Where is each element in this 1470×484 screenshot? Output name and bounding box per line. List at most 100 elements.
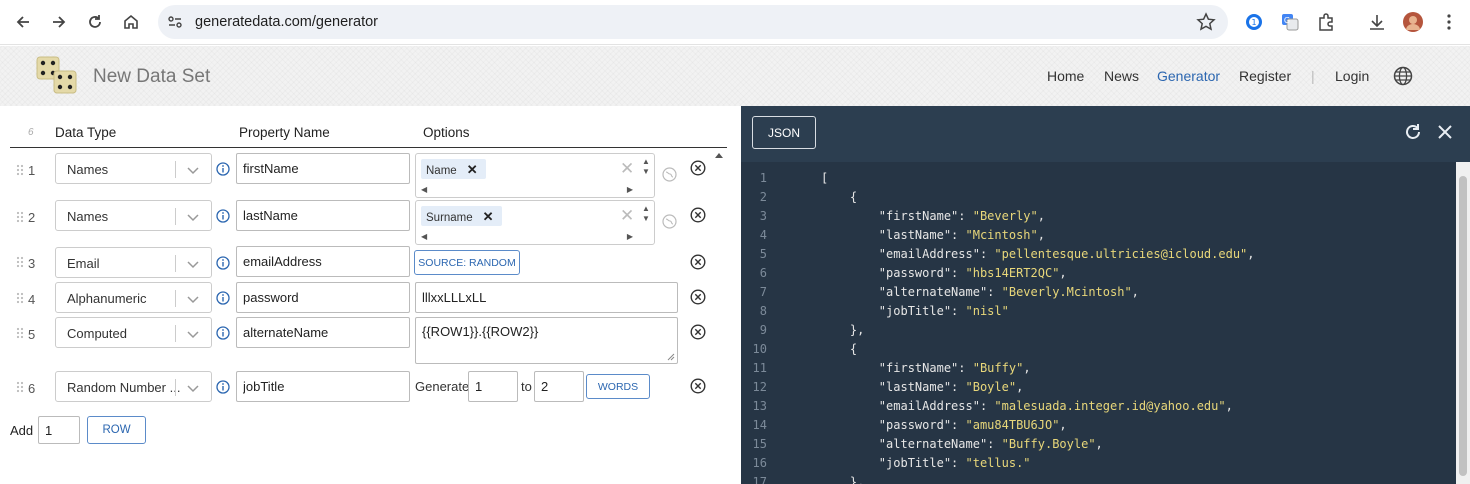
- delete-icon[interactable]: [690, 378, 706, 394]
- forward-icon[interactable]: [47, 10, 71, 34]
- home-icon[interactable]: [119, 10, 143, 34]
- nav-news[interactable]: News: [1104, 68, 1139, 84]
- chevron-down-icon[interactable]: [186, 292, 200, 306]
- vertical-scrollbar[interactable]: [1456, 162, 1470, 484]
- chevron-down-icon[interactable]: [186, 381, 200, 395]
- options-multiselect[interactable]: Surname ✕ ✕ ▲ ▼ ◀ ▶: [415, 200, 655, 245]
- data-type-select[interactable]: Computed: [55, 317, 212, 348]
- line-number: 8: [759, 304, 767, 318]
- info-icon[interactable]: [216, 256, 230, 270]
- format-input[interactable]: [415, 282, 678, 313]
- data-type-select[interactable]: Random Number ...: [55, 371, 212, 402]
- options-multiselect[interactable]: Name ✕ ✕ ▲ ▼ ◀ ▶: [415, 153, 655, 198]
- info-icon[interactable]: [216, 380, 230, 394]
- stepper-icon[interactable]: ▲ ▼: [642, 157, 650, 177]
- line-number: 2: [759, 190, 767, 204]
- delete-icon[interactable]: [690, 254, 706, 270]
- json-punctuation: ,: [1059, 418, 1067, 432]
- chevron-down-icon[interactable]: [186, 163, 200, 177]
- clear-icon[interactable]: ✕: [620, 159, 634, 179]
- json-value: "Buffy.Boyle": [1001, 437, 1096, 451]
- json-punctuation: ,: [1037, 228, 1045, 242]
- stepper-icon[interactable]: ▲ ▼: [642, 204, 650, 224]
- info-icon[interactable]: [216, 326, 230, 340]
- word-count-from-input[interactable]: [468, 371, 518, 402]
- nav-login[interactable]: Login: [1335, 68, 1369, 84]
- site-settings-icon[interactable]: [166, 13, 184, 31]
- property-name-input[interactable]: [236, 200, 410, 231]
- scrollbar-thumb[interactable]: [1459, 176, 1467, 476]
- json-value: "Mcintosh": [965, 228, 1038, 242]
- info-icon[interactable]: [216, 291, 230, 305]
- star-icon[interactable]: [1196, 12, 1216, 32]
- grid-header: 6 Data Type Property Name Options: [10, 124, 727, 148]
- refresh-icon[interactable]: [1403, 122, 1423, 142]
- globe-icon[interactable]: [662, 214, 677, 229]
- translate-icon[interactable]: G: [1279, 11, 1301, 33]
- add-row-button[interactable]: ROW: [87, 416, 146, 444]
- puzzle-icon[interactable]: [1315, 11, 1337, 33]
- clear-icon[interactable]: ✕: [620, 206, 634, 226]
- expression-textarea[interactable]: {{ROW1}}.{{ROW2}}: [415, 317, 678, 364]
- chevron-down-icon[interactable]: [186, 327, 200, 341]
- add-count-input[interactable]: [38, 416, 80, 444]
- drag-handle-icon[interactable]: [16, 327, 24, 339]
- site-header: New Data Set Home News Generator Registe…: [0, 46, 1470, 106]
- reload-icon[interactable]: [83, 10, 107, 34]
- property-name-input[interactable]: [236, 371, 410, 402]
- download-icon[interactable]: [1366, 11, 1388, 33]
- profile-avatar[interactable]: [1402, 11, 1424, 33]
- chip-remove-icon[interactable]: ✕: [483, 209, 494, 224]
- export-format-button[interactable]: JSON: [752, 116, 816, 149]
- resize-handle-icon[interactable]: [667, 353, 675, 361]
- line-number: 6: [759, 266, 767, 280]
- nav-home[interactable]: Home: [1047, 68, 1084, 84]
- back-icon[interactable]: [11, 10, 35, 34]
- chip-remove-icon[interactable]: ✕: [467, 162, 478, 177]
- address-bar[interactable]: generatedata.com/generator: [158, 5, 1228, 39]
- extension-icon[interactable]: 1: [1243, 11, 1265, 33]
- drag-handle-icon[interactable]: [16, 381, 24, 393]
- code-line: "firstName": "Buffy",: [821, 361, 1031, 375]
- header-property-name: Property Name: [239, 125, 330, 140]
- drag-handle-icon[interactable]: [16, 292, 24, 304]
- info-icon[interactable]: [216, 209, 230, 223]
- menu-icon[interactable]: [1438, 11, 1460, 33]
- info-icon[interactable]: [216, 162, 230, 176]
- dice-logo[interactable]: [36, 55, 78, 97]
- nav-register[interactable]: Register: [1239, 68, 1291, 84]
- globe-icon[interactable]: [662, 167, 677, 182]
- delete-icon[interactable]: [690, 207, 706, 223]
- chevron-down-icon[interactable]: [186, 210, 200, 224]
- close-icon[interactable]: [1435, 122, 1455, 142]
- json-key: "alternateName": [878, 285, 988, 299]
- horizontal-scrollbar[interactable]: ◀ ▶: [421, 232, 633, 242]
- property-name-input[interactable]: [236, 153, 410, 184]
- delete-icon[interactable]: [690, 289, 706, 305]
- row-number: 1: [28, 163, 36, 178]
- nav-generator[interactable]: Generator: [1157, 68, 1220, 84]
- drag-handle-icon[interactable]: [16, 211, 24, 223]
- line-number: 10: [752, 342, 767, 356]
- delete-icon[interactable]: [690, 324, 706, 340]
- data-type-select[interactable]: Names: [55, 153, 212, 184]
- globe-icon[interactable]: [1393, 66, 1413, 86]
- property-name-input[interactable]: [236, 282, 410, 313]
- property-name-input[interactable]: [236, 246, 410, 277]
- word-count-to-input[interactable]: [534, 371, 584, 402]
- words-button[interactable]: WORDS: [586, 374, 650, 399]
- code-line: "alternateName": "Buffy.Boyle",: [821, 437, 1103, 451]
- chevron-down-icon[interactable]: [186, 257, 200, 271]
- delete-icon[interactable]: [690, 160, 706, 176]
- data-type-select[interactable]: Email: [55, 247, 212, 278]
- horizontal-scrollbar[interactable]: ◀ ▶: [421, 185, 633, 195]
- data-type-select[interactable]: Names: [55, 200, 212, 231]
- data-type-select[interactable]: Alphanumeric: [55, 282, 212, 313]
- drag-handle-icon[interactable]: [16, 164, 24, 176]
- property-name-input[interactable]: [236, 317, 410, 348]
- source-random-button[interactable]: SOURCE: RANDOM: [414, 250, 520, 275]
- data-type-value: Names: [67, 162, 109, 177]
- drag-handle-icon[interactable]: [16, 256, 24, 268]
- vertical-scrollbar[interactable]: [713, 152, 725, 482]
